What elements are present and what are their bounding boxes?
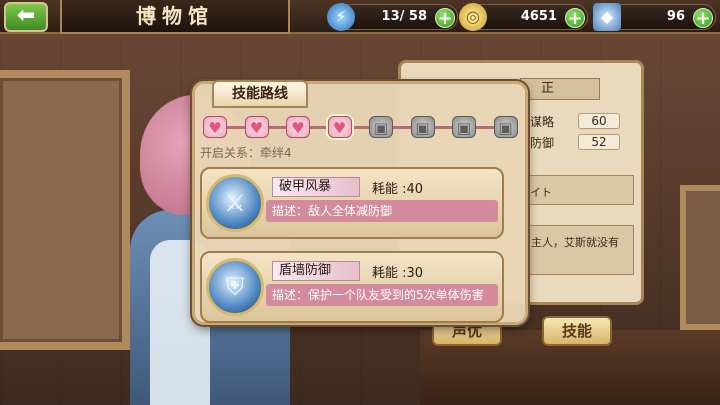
gem-add-button[interactable]: + [693,8,713,28]
info-text-fragment: イト [530,186,552,199]
painting-frame-left [0,70,130,350]
energy-add-button[interactable]: + [435,8,455,28]
heart-node-icon[interactable]: ♥ [286,116,310,138]
crystal-icon: ◆ [593,3,621,31]
coin-icon: ◎ [459,3,487,31]
back-button[interactable]: ⬅ [4,2,48,32]
skill-cost: 耗能 :40 [372,182,424,197]
energy-value: 13/ 58 [381,9,427,24]
locked-node-icon[interactable]: ▣ [493,116,518,138]
heart-node-icon[interactable]: ♥ [203,116,227,138]
locked-node-icon[interactable]: ▣ [369,116,393,138]
shield-icon: ⛨ [206,258,264,316]
skill-cost: 耗能 :30 [372,266,424,281]
heart-node-icon[interactable]: ♥ [244,116,269,138]
story-box: 主人，艾斯就没有 [526,225,634,275]
top-bar: ⬅ 博物馆 ⚡ 13/ 58 + ◎ 4651 + ◆ 96 + [0,0,720,34]
lightning-icon: ⚡ [327,3,355,31]
skill-name: 破甲风暴 [272,177,360,197]
gold-counter: ◎ 4651 + [459,3,588,31]
energy-counter: ⚡ 13/ 58 + [327,3,458,31]
skill-description: 描述：敌人全体减防御 [266,200,498,222]
back-arrow-icon: ⬅ [16,3,36,28]
skill-route-tab[interactable]: 技能路线 [212,80,308,108]
skill-button[interactable]: 技能 [542,316,612,346]
locked-node-icon[interactable]: ▣ [452,116,476,138]
gem-value: 96 [666,9,685,24]
gold-value: 4651 [520,9,557,24]
page-title: 博物馆 [60,0,290,34]
stat-value-strategy: 60 [578,113,620,129]
locked-node-icon[interactable]: ▣ [410,116,435,138]
skill-description: 描述：保护一个队友受到的5次单体伤害 [266,284,498,306]
unlock-condition-label: 开启关系：牵绊4 [200,146,292,160]
story-text-fragment: 主人，艾斯就没有 [531,236,619,249]
painting-frame-right [680,185,720,330]
stat-label-strategy: 谋略 [530,115,555,129]
info-text-box: イト [526,175,634,205]
skill-name: 盾墙防御 [272,261,360,281]
stat-value-defense: 52 [578,134,620,150]
gold-add-button[interactable]: + [565,8,585,28]
info-title: 正 [520,78,600,100]
stat-label-defense: 防御 [530,136,555,150]
gem-counter: ◆ 96 + [593,3,716,31]
heart-node-icon[interactable]: ♥ [327,116,352,138]
armor-break-icon: ⚔ [206,174,264,232]
